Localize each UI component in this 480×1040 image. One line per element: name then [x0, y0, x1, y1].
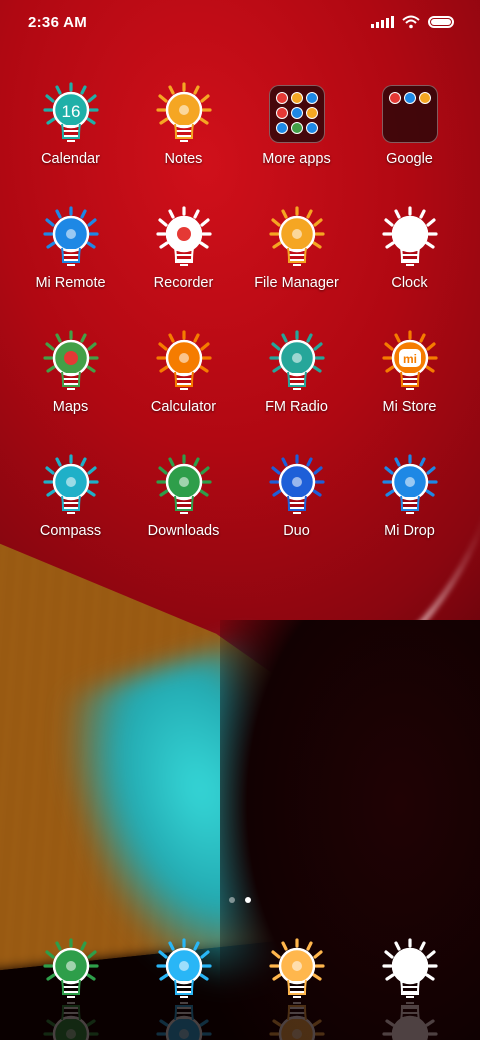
- clock-icon: [378, 206, 442, 270]
- app-label: Mi Drop: [384, 523, 435, 539]
- phone-icon: [39, 938, 103, 1002]
- app-duo[interactable]: Duo: [240, 454, 353, 539]
- icon-reflection: [39, 998, 103, 1040]
- app-label: Calculator: [150, 399, 217, 415]
- app-fm-radio[interactable]: FM Radio: [240, 330, 353, 415]
- app-google[interactable]: Google: [353, 82, 466, 167]
- maps-icon: [39, 330, 103, 394]
- icon-reflection: [265, 998, 329, 1040]
- app-label: More apps: [262, 151, 331, 167]
- app-label: Downloads: [147, 523, 220, 539]
- calendar-icon: 16: [39, 82, 103, 146]
- app-label: Maps: [52, 399, 89, 415]
- app-label: Compass: [39, 523, 102, 539]
- app-label: Mi Remote: [35, 275, 106, 291]
- wifi-icon: [402, 15, 420, 29]
- svg-text:16: 16: [61, 102, 80, 121]
- icon-reflection: [378, 998, 442, 1040]
- dock-browser[interactable]: [240, 938, 353, 1040]
- page-dot[interactable]: [229, 897, 235, 903]
- status-icons: [371, 15, 454, 29]
- app-file-manager[interactable]: File Manager: [240, 206, 353, 291]
- app-label: Mi Store: [382, 399, 437, 415]
- messaging-icon: [152, 938, 216, 1002]
- app-grid: 16 Calendar Notes More apps Google Mi Re…: [14, 82, 466, 539]
- dock-camera[interactable]: [353, 938, 466, 1040]
- calculator-icon: [152, 330, 216, 394]
- status-bar: 2:36 AM: [0, 0, 480, 44]
- recorder-icon: [152, 206, 216, 270]
- duo-icon: [265, 454, 329, 518]
- app-compass[interactable]: Compass: [14, 454, 127, 539]
- page-indicator: [0, 897, 480, 903]
- app-downloads[interactable]: Downloads: [127, 454, 240, 539]
- app-mi-remote[interactable]: Mi Remote: [14, 206, 127, 291]
- app-label: File Manager: [254, 275, 339, 291]
- fm-radio-icon: [265, 330, 329, 394]
- app-label: Calendar: [41, 151, 100, 167]
- mi-store-icon: mi: [378, 330, 442, 394]
- dock: [14, 938, 466, 1040]
- camera-icon: [378, 938, 442, 1002]
- app-label: Clock: [391, 275, 428, 291]
- app-recorder[interactable]: Recorder: [127, 206, 240, 291]
- status-time: 2:36 AM: [28, 13, 88, 31]
- app-mi-store[interactable]: mi Mi Store: [353, 330, 466, 415]
- app-label: Google: [386, 151, 433, 167]
- icon-reflection: [152, 998, 216, 1040]
- dock-phone[interactable]: [14, 938, 127, 1040]
- app-label: Recorder: [153, 275, 214, 291]
- app-maps[interactable]: Maps: [14, 330, 127, 415]
- downloads-icon: [152, 454, 216, 518]
- dock-messaging[interactable]: [127, 938, 240, 1040]
- signal-icon: [371, 16, 394, 28]
- app-label: FM Radio: [265, 399, 328, 415]
- app-calendar[interactable]: 16 Calendar: [14, 82, 127, 167]
- app-calculator[interactable]: Calculator: [127, 330, 240, 415]
- file-manager-icon: [265, 206, 329, 270]
- app-notes[interactable]: Notes: [127, 82, 240, 167]
- google-folder-icon: [381, 82, 438, 146]
- folder-icon: [268, 82, 325, 146]
- notes-icon: [152, 82, 216, 146]
- svg-text:mi: mi: [402, 352, 416, 366]
- compass-icon: [39, 454, 103, 518]
- app-clock[interactable]: Clock: [353, 206, 466, 291]
- app-label: Duo: [283, 523, 310, 539]
- battery-icon: [428, 16, 454, 28]
- browser-icon: [265, 938, 329, 1002]
- mi-drop-icon: [378, 454, 442, 518]
- page-dot[interactable]: [245, 897, 251, 903]
- mi-remote-icon: [39, 206, 103, 270]
- app-mi-drop[interactable]: Mi Drop: [353, 454, 466, 539]
- app-more-apps[interactable]: More apps: [240, 82, 353, 167]
- app-label: Notes: [164, 151, 203, 167]
